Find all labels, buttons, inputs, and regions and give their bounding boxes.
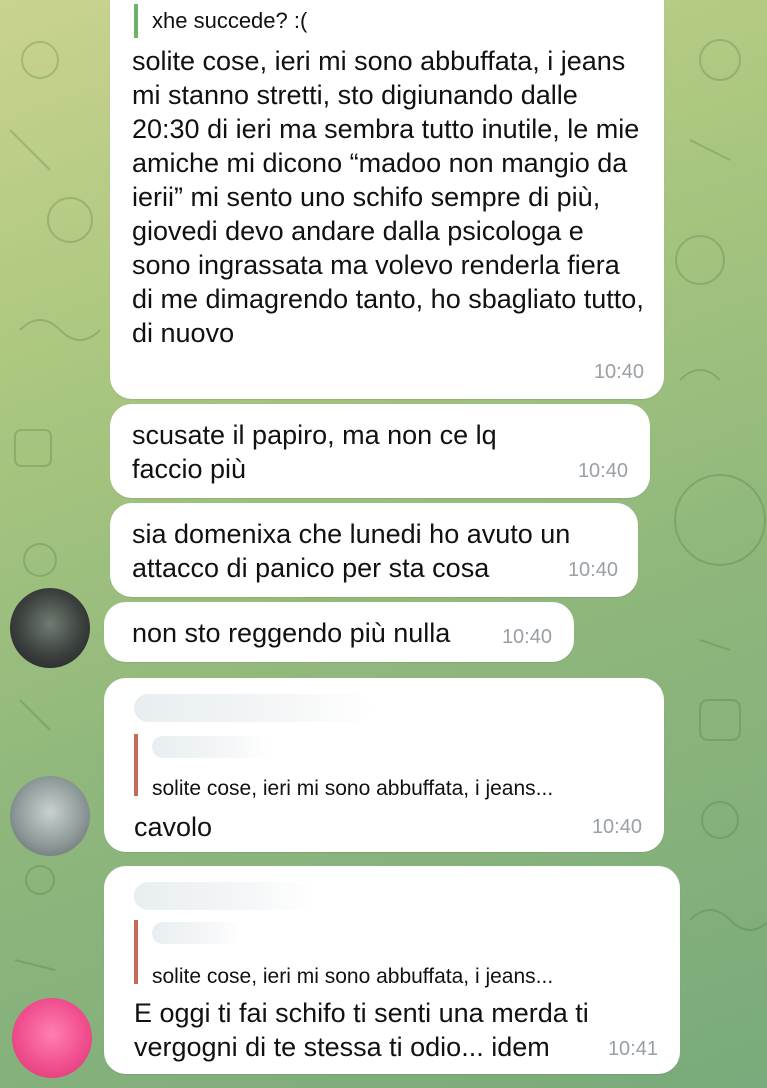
message-time: 10:40 (577, 460, 628, 482)
reply-sender-blurred (152, 922, 242, 944)
message-text: cavolo (134, 812, 213, 842)
reply-quote[interactable]: solite cose, ieri mi sono abbuffata, i j… (134, 920, 660, 988)
message-text: scusate il papiro, ma non ce lq faccio p… (132, 420, 505, 484)
sender-name-blurred (134, 882, 314, 910)
message-bubble[interactable]: xhe succede? :( solite cose, ieri mi son… (110, 0, 664, 399)
reply-quote-text: solite cose, ieri mi sono abbuffata, i j… (152, 777, 554, 800)
message-time: 10:41 (607, 1038, 658, 1060)
message-text: solite cose, ieri mi sono abbuffata, i j… (132, 46, 652, 348)
message-time: 10:40 (567, 559, 618, 581)
message-bubble[interactable]: non sto reggendo più nulla 10:40 (104, 602, 574, 662)
reply-quote[interactable]: solite cose, ieri mi sono abbuffata, i j… (134, 734, 644, 800)
message-bubble[interactable]: scusate il papiro, ma non ce lq faccio p… (110, 404, 650, 498)
message-bubble[interactable]: solite cose, ieri mi sono abbuffata, i j… (104, 866, 680, 1074)
avatar-pink-blurred[interactable] (12, 998, 92, 1078)
reply-quote[interactable]: xhe succede? :( (134, 4, 644, 38)
avatar-blurred[interactable] (10, 776, 90, 856)
message-bubble[interactable]: solite cose, ieri mi sono abbuffata, i j… (104, 678, 664, 852)
message-text: non sto reggendo più nulla (132, 618, 451, 648)
avatar-blurred[interactable] (10, 588, 90, 668)
message-text: sia domenixa che lunedi ho avuto un atta… (132, 519, 578, 583)
reply-sender-blurred (152, 736, 272, 758)
message-time: 10:40 (593, 361, 644, 383)
reply-quote-text: solite cose, ieri mi sono abbuffata, i j… (152, 965, 554, 988)
message-time: 10:40 (501, 626, 552, 648)
message-bubble[interactable]: sia domenixa che lunedi ho avuto un atta… (110, 503, 638, 597)
reply-quote-text: xhe succede? :( (152, 8, 308, 33)
message-text: E oggi ti fai schifo ti senti una merda … (134, 998, 597, 1062)
message-time: 10:40 (591, 816, 642, 838)
sender-name-blurred (134, 694, 374, 722)
